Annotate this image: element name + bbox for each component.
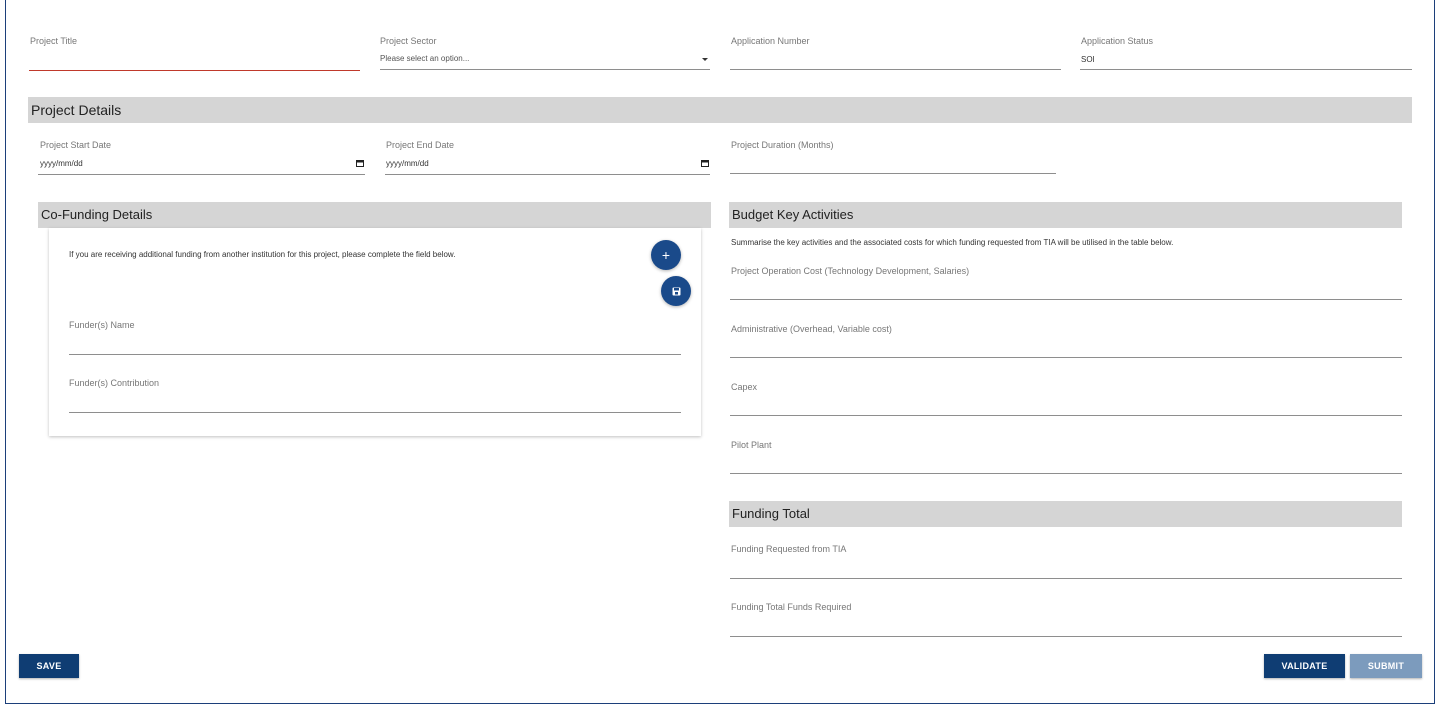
pilot-plant-field[interactable] <box>730 473 1402 474</box>
calendar-icon[interactable] <box>356 160 364 167</box>
funder-contribution-label: Funder(s) Contribution <box>69 378 160 388</box>
operation-cost-field[interactable] <box>730 299 1402 300</box>
validate-button[interactable]: VALIDATE <box>1264 654 1345 678</box>
pilot-plant-label: Pilot Plant <box>731 440 772 450</box>
total-funds-required-field[interactable] <box>730 636 1402 637</box>
funding-total-heading: Funding Total <box>729 501 1402 527</box>
application-status-underline <box>1080 69 1412 70</box>
operation-cost-label: Project Operation Cost (Technology Devel… <box>731 266 970 276</box>
floppy-disk-icon <box>672 287 680 295</box>
requested-from-tia-field[interactable] <box>730 578 1402 579</box>
project-details-heading: Project Details <box>28 97 1412 123</box>
duration-field[interactable] <box>730 173 1056 174</box>
start-date-underline <box>38 174 365 175</box>
add-funder-button[interactable]: + <box>651 240 681 270</box>
end-date-underline <box>385 174 710 175</box>
requested-from-tia-label: Funding Requested from TIA <box>731 544 847 554</box>
application-number-field[interactable] <box>730 69 1061 70</box>
application-status-value: SOI <box>1081 55 1095 64</box>
project-sector-label: Project Sector <box>380 36 437 46</box>
project-title-input[interactable] <box>29 70 360 71</box>
application-number-label: Application Number <box>731 36 810 46</box>
start-date-label: Project Start Date <box>40 140 112 150</box>
duration-label: Project Duration (Months) <box>731 140 834 150</box>
calendar-icon[interactable] <box>701 160 709 167</box>
submit-button[interactable]: SUBMIT <box>1350 654 1422 678</box>
save-funder-button[interactable] <box>661 276 691 306</box>
project-sector-select[interactable]: Please select an option... <box>380 54 469 63</box>
capex-label: Capex <box>731 382 758 392</box>
budget-heading: Budget Key Activities <box>729 202 1402 228</box>
capex-field[interactable] <box>730 415 1402 416</box>
funder-name-field[interactable] <box>69 354 681 355</box>
plus-icon: + <box>661 247 671 263</box>
project-sector-underline <box>380 69 710 70</box>
budget-helper-text: Summarise the key activities and the ass… <box>731 238 1174 247</box>
chevron-down-icon[interactable] <box>702 58 708 61</box>
administrative-field[interactable] <box>730 357 1402 358</box>
project-title-label: Project Title <box>30 36 78 46</box>
administrative-label: Administrative (Overhead, Variable cost) <box>731 324 892 334</box>
co-funding-heading: Co-Funding Details <box>38 202 711 228</box>
funder-contribution-field[interactable] <box>69 412 681 413</box>
total-funds-required-label: Funding Total Funds Required <box>731 602 852 612</box>
funder-name-label: Funder(s) Name <box>69 320 135 330</box>
end-date-input[interactable]: yyyy/mm/dd <box>386 159 429 168</box>
co-funding-card: If you are receiving additional funding … <box>49 228 701 436</box>
start-date-input[interactable]: yyyy/mm/dd <box>40 159 83 168</box>
end-date-label: Project End Date <box>386 140 455 150</box>
co-funding-helper-text: If you are receiving additional funding … <box>69 250 456 259</box>
application-status-label: Application Status <box>1081 36 1154 46</box>
save-button[interactable]: SAVE <box>19 654 79 678</box>
